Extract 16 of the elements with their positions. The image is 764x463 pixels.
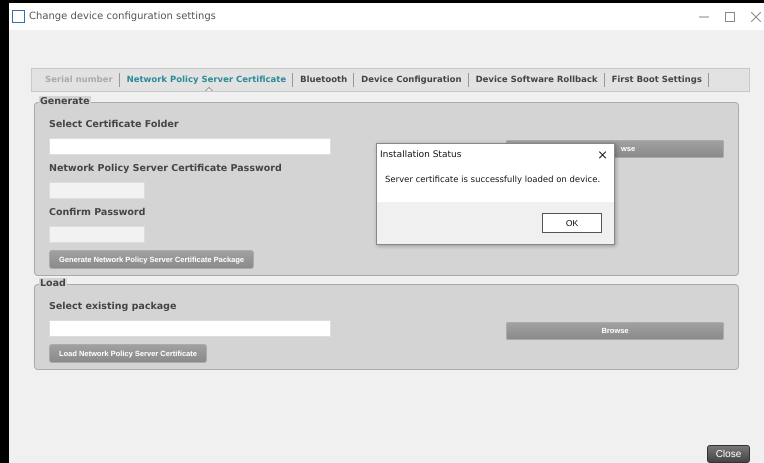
dialog-title: Installation Status: [380, 150, 462, 160]
app-logo-icon: [12, 10, 25, 23]
close-icon[interactable]: [751, 12, 761, 22]
window-title: Change device configuration settings: [29, 11, 216, 22]
close-button[interactable]: Close: [707, 445, 750, 463]
ok-button[interactable]: OK: [542, 213, 602, 233]
folder-input-field[interactable]: [49, 138, 331, 155]
field-label: Confirm Password: [49, 207, 146, 218]
confirm-password-input-field[interactable]: [49, 226, 145, 243]
package-input-field[interactable]: [49, 320, 331, 337]
field-label: Select existing package: [49, 301, 176, 312]
password-input-field[interactable]: [49, 182, 145, 199]
field-label: Select Certificate Folder: [49, 119, 179, 130]
maximize-icon[interactable]: [725, 12, 735, 22]
dialog-message: Server certificate is successfully loaded on device.: [384, 174, 602, 187]
field-label: Network Policy Server Certificate Password: [49, 163, 282, 174]
